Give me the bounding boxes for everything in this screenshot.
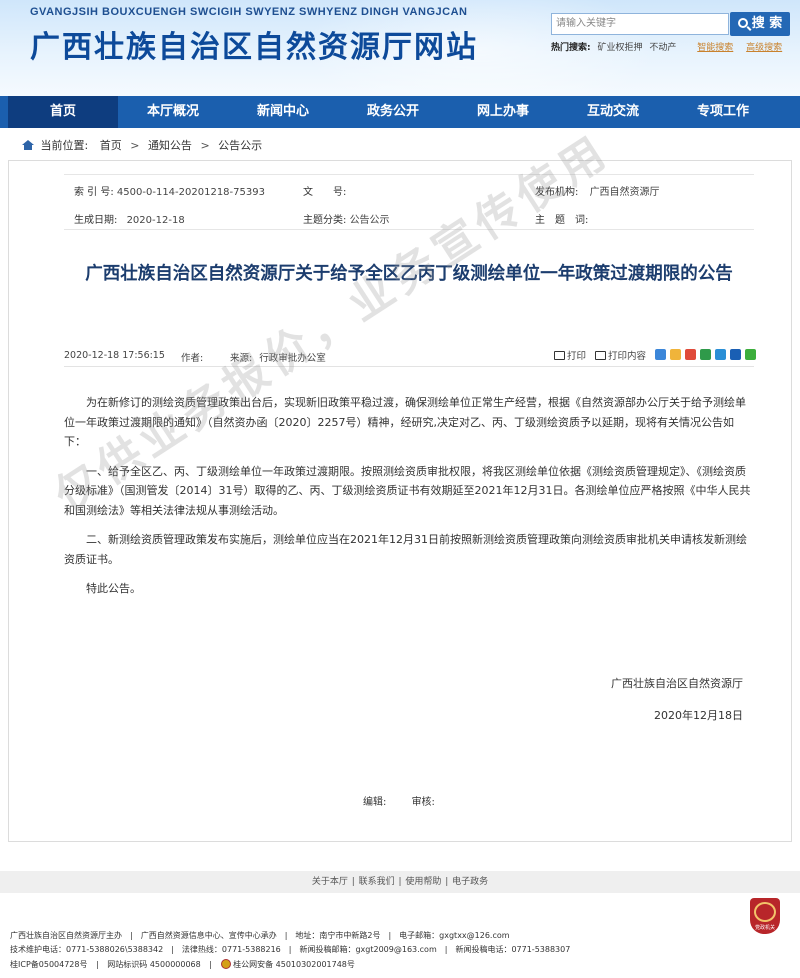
main-nav: 首页 本厅概况 新闻中心 政务公开 网上办事 互动交流 专项工作 [0,96,800,128]
print-content-button[interactable]: 打印内容 [595,348,646,362]
article-body: 为在新修订的测绘资质管理政策出台后，实现新旧政策平稳过渡，确保测绘单位正常生产经… [64,393,754,609]
share-wechat-icon[interactable] [745,349,756,360]
footer-link-contact[interactable]: 联系我们 [359,877,395,887]
breadcrumb-separator: > [200,139,210,152]
footer-link-egov[interactable]: 电子政务 [452,877,488,887]
nav-interaction[interactable]: 互动交流 [558,96,668,128]
site-header: GVANGJSIH BOUXCUENGH SWCIGIH SWYENZ SWHY… [0,0,800,96]
article-title: 广西壮族自治区自然资源厅关于给予全区乙丙丁级测绘单位一年政策过渡期限的公告 [85,264,733,284]
share-weibo-icon[interactable] [685,349,696,360]
article-container: 索 引 号: 4500-0-114-20201218-75393 文 号: 发布… [8,160,792,842]
paragraph: 二、新测绘资质管理政策发布实施后，测绘单位应当在2021年12月31日前按照新测… [64,533,747,566]
breadcrumb: 当前位置: 首页 > 通知公告 > 公告公示 [22,137,262,153]
search-icon [737,18,748,28]
meta-topic: 主题分类: 公告公示 [303,215,390,226]
printer-icon [554,351,565,360]
sign-date: 2020年12月18日 [654,709,743,722]
hot-keyword[interactable]: 矿业权拒押 [597,43,642,53]
gov-agency-badge[interactable]: 党政机关 [750,898,780,934]
printer-icon [595,351,606,360]
search-input[interactable]: 请输入关键字 [551,13,729,35]
advanced-search-link[interactable]: 高级搜索 [746,43,782,53]
editor-label: 编辑: [363,797,387,808]
paragraph: 特此公告。 [86,582,141,595]
breadcrumb-separator: > [130,139,140,152]
site-english-name: GVANGJSIH BOUXCUENGH SWCIGIH SWYENZ SWHY… [30,6,468,18]
breadcrumb-label: 当前位置: [40,139,89,152]
nav-gov-affairs[interactable]: 政务公开 [338,96,448,128]
nav-online-services[interactable]: 网上办事 [448,96,558,128]
nav-news[interactable]: 新闻中心 [228,96,338,128]
nav-home[interactable]: 首页 [8,96,118,128]
footer-link-about[interactable]: 关于本厅 [312,877,348,887]
footer-host-info: 广西壮族自治区自然资源厅主办 | 广西自然资源信息中心、宣传中心承办 | 地址：… [10,931,510,940]
share-douban-icon[interactable] [700,349,711,360]
reviewer-label: 审核: [411,797,435,808]
share-qq-icon[interactable] [715,349,726,360]
share-more-icon[interactable] [655,349,666,360]
hot-search: 热门搜索: 矿业权拒押 不动产 智能搜索 高级搜索 [551,40,782,53]
paragraph: 一、给予全区乙、丙、丁级测绘单位一年政策过渡期限。按照测绘资质审批权限，将我区测… [64,464,751,517]
icp-record[interactable]: 桂ICP备05004728号 [10,960,88,969]
meta-index: 索 引 号: 4500-0-114-20201218-75393 [74,187,265,198]
breadcrumb-item-announcements[interactable]: 公告公示 [218,139,262,152]
share-renren-icon[interactable] [730,349,741,360]
search-button[interactable]: 搜 索 [730,12,790,36]
article-info-bar: 2020-12-18 17:56:15 作者: 来源: 行政审批办公室 打印 打… [64,347,756,367]
hot-search-label: 热门搜索: [551,43,591,53]
police-record[interactable]: 桂公网安备 45010302001748号 [233,960,355,969]
author: 作者: [181,353,204,364]
home-icon [22,140,34,150]
footer-records: 桂ICP备05004728号 | 网站标识码 4500000068 | 桂公网安… [10,959,355,969]
footer-link-help[interactable]: 使用帮助 [405,877,441,887]
hot-keyword[interactable]: 不动产 [649,43,676,53]
print-button[interactable]: 打印 [554,348,586,362]
footer-links: 关于本厅 | 联系我们 | 使用帮助 | 电子政务 [0,871,800,893]
breadcrumb-item-home[interactable]: 首页 [100,139,122,152]
meta-publisher: 发布机构: 广西自然资源厅 [535,187,660,198]
document-meta: 索 引 号: 4500-0-114-20201218-75393 文 号: 发布… [64,174,754,230]
footer-contact-info: 技术维护电话：0771-5388026\5388342 | 法律热线：0771-… [10,945,571,954]
emblem-icon [754,902,776,922]
meta-date: 生成日期: 2020-12-18 [74,215,185,226]
share-qzone-icon[interactable] [670,349,681,360]
meta-doc-number: 文 号: [303,187,347,198]
site-code: 网站标识码 4500000068 [107,960,201,969]
signature: 广西壮族自治区自然资源厅 [611,677,743,690]
site-title[interactable]: 广西壮族自治区自然资源厅网站 [30,22,478,66]
nav-about[interactable]: 本厅概况 [118,96,228,128]
editor-line: 编辑: 审核: [363,793,457,808]
paragraph: 为在新修订的测绘资质管理政策出台后，实现新旧政策平稳过渡，确保测绘单位正常生产经… [64,396,746,448]
publish-datetime: 2020-12-18 17:56:15 [64,350,165,361]
breadcrumb-item-notices[interactable]: 通知公告 [148,139,192,152]
source: 来源: 行政审批办公室 [230,353,326,364]
nav-special-work[interactable]: 专项工作 [668,96,778,128]
smart-search-link[interactable]: 智能搜索 [697,43,733,53]
police-badge-icon [220,959,231,969]
meta-subject: 主 题 词: [535,215,589,226]
